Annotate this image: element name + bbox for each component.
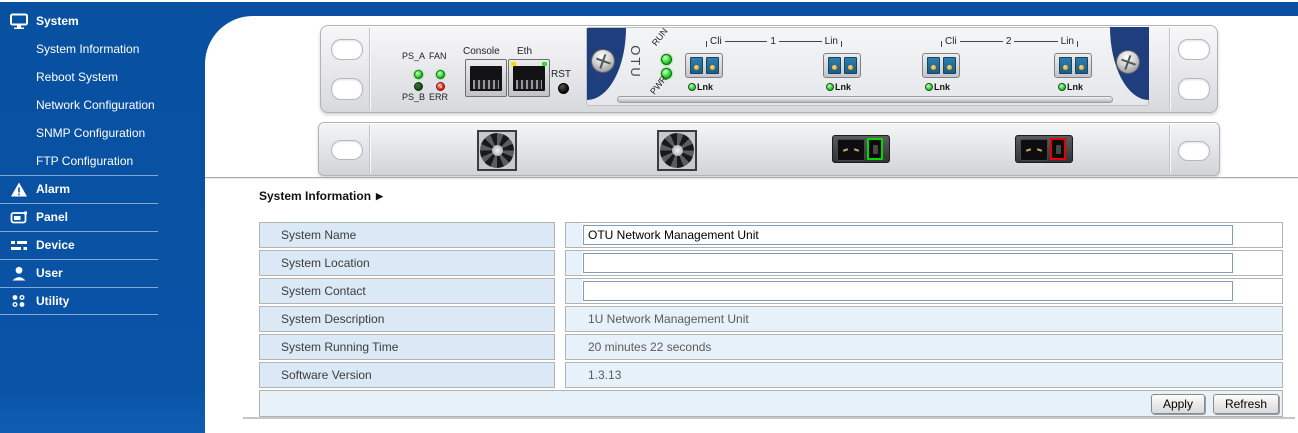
system-description-value: 1U Network Management Unit — [565, 306, 1283, 332]
page: System System Information Reboot System … — [0, 0, 1298, 433]
row-label: System Running Time — [259, 334, 555, 360]
table-row: Software Version 1.3.13 — [259, 362, 1283, 388]
system-name-input[interactable] — [583, 225, 1233, 245]
row-label: System Contact — [259, 278, 555, 304]
page-title-text: System Information — [259, 189, 372, 203]
table-row: System Contact — [259, 278, 1283, 304]
apply-button[interactable]: Apply — [1150, 393, 1205, 414]
system-running-time-value: 20 minutes 22 seconds — [565, 334, 1283, 360]
system-location-input[interactable] — [583, 253, 1233, 273]
refresh-button[interactable]: Refresh — [1212, 393, 1279, 414]
bottom-separator — [243, 417, 1295, 419]
row-value-cell — [565, 278, 1283, 304]
form-footer: Apply Refresh — [259, 390, 1283, 417]
row-label: Software Version — [259, 362, 555, 388]
row-label: System Location — [259, 250, 555, 276]
row-label: System Description — [259, 306, 555, 332]
main-content: System Information ▶ System Name System L… — [0, 0, 1298, 433]
table-row: System Description 1U Network Management… — [259, 306, 1283, 332]
table-row: System Name — [259, 222, 1283, 248]
page-title: System Information ▶ — [259, 189, 383, 203]
software-version-value: 1.3.13 — [565, 362, 1283, 388]
table-row: System Location — [259, 250, 1283, 276]
table-row: System Running Time 20 minutes 22 second… — [259, 334, 1283, 360]
row-value-cell — [565, 222, 1283, 248]
row-value-cell — [565, 250, 1283, 276]
system-contact-input[interactable] — [583, 281, 1233, 301]
row-label: System Name — [259, 222, 555, 248]
title-arrow-icon: ▶ — [376, 191, 383, 201]
